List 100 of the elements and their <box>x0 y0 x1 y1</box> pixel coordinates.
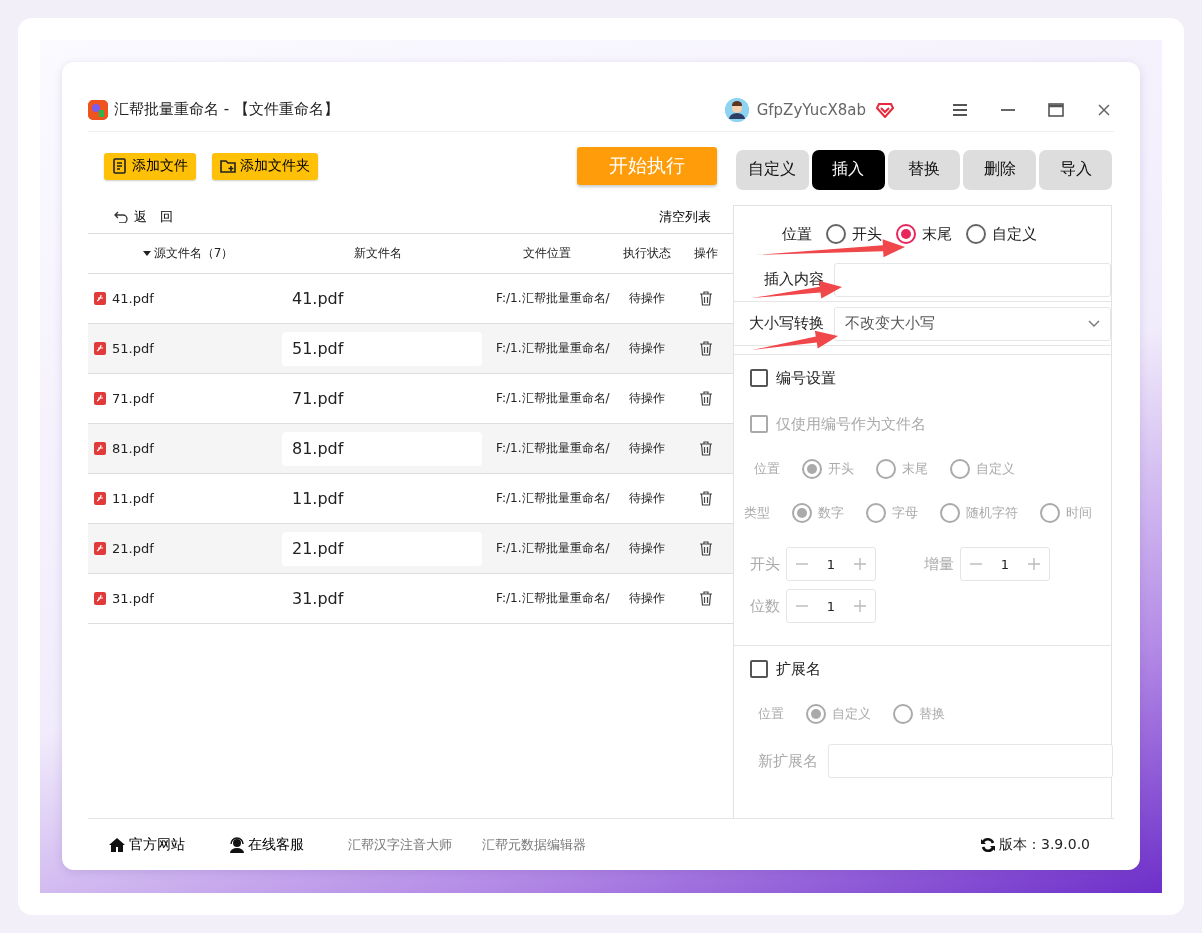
pdf-icon <box>94 442 106 455</box>
new-file-name: 41.pdf <box>291 288 345 310</box>
home-icon <box>108 836 126 853</box>
pdf-icon <box>94 542 106 555</box>
delete-button[interactable] <box>698 591 713 606</box>
column-header[interactable]: 源文件名（7） <box>153 245 234 262</box>
column-header: 文件位置 <box>522 245 572 262</box>
folder-plus-icon <box>220 158 236 174</box>
trash-icon <box>698 291 713 306</box>
field-label: 位数 <box>750 596 780 616</box>
pdf-icon <box>94 342 106 355</box>
field-label: 增量 <box>924 554 954 574</box>
chevron-down-icon <box>1088 319 1100 328</box>
add-file-button[interactable]: 添加文件 <box>104 152 196 180</box>
option-label[interactable]: 末尾 <box>922 224 952 244</box>
clear-list-button[interactable]: 清空列表 <box>659 207 711 226</box>
file-location: F:/1.汇帮批量重命名/ <box>495 540 611 557</box>
column-header: 新文件名 <box>353 245 403 262</box>
minimize-icon <box>1001 108 1015 111</box>
support-link[interactable]: 在线客服 <box>229 835 304 854</box>
sort-icon[interactable] <box>142 251 151 256</box>
file-name: 71.pdf <box>112 391 154 406</box>
file-name: 11.pdf <box>112 491 154 506</box>
undo-icon <box>114 210 128 223</box>
document-icon <box>112 158 128 174</box>
file-location: F:/1.汇帮批量重命名/ <box>495 490 611 507</box>
checkbox-label[interactable]: 扩展名 <box>776 659 821 679</box>
file-location: F:/1.汇帮批量重命名/ <box>495 340 611 357</box>
file-location: F:/1.汇帮批量重命名/ <box>495 390 611 407</box>
pdf-icon <box>94 592 106 605</box>
delete-button[interactable] <box>698 391 713 406</box>
file-location: F:/1.汇帮批量重命名/ <box>495 440 611 457</box>
option-label[interactable]: 自定义 <box>992 224 1037 244</box>
diamond-icon <box>876 101 894 118</box>
pdf-icon <box>94 292 106 305</box>
app-link[interactable]: 汇帮元数据编辑器 <box>482 835 586 854</box>
new-file-name: 51.pdf <box>282 331 482 366</box>
extension-field[interactable] <box>828 744 1113 778</box>
trash-icon <box>698 441 713 456</box>
new-file-name: 31.pdf <box>291 588 345 610</box>
delete-button[interactable] <box>698 541 713 556</box>
status-text: 待操作 <box>628 490 666 507</box>
add-folder-button[interactable]: 添加文件夹 <box>212 152 318 180</box>
file-name: 21.pdf <box>112 541 154 556</box>
maximize-icon <box>1048 102 1064 117</box>
trash-icon <box>698 391 713 406</box>
avatar-icon <box>724 97 749 122</box>
trash-icon <box>698 541 713 556</box>
file-name: 51.pdf <box>112 341 154 356</box>
field-label: 开头 <box>750 554 780 574</box>
tab[interactable]: 自定义 <box>736 149 809 190</box>
checkbox[interactable] <box>750 660 768 678</box>
new-file-name: 71.pdf <box>291 388 345 410</box>
field-label: 新扩展名 <box>757 751 819 771</box>
radio-button[interactable] <box>826 224 846 244</box>
radio-button[interactable] <box>966 224 986 244</box>
trash-icon <box>698 591 713 606</box>
new-file-name: 81.pdf <box>282 431 482 466</box>
delete-button[interactable] <box>698 491 713 506</box>
version-text: 版本：3.9.0.0 <box>999 835 1090 854</box>
pdf-icon <box>94 492 106 505</box>
field-label: 插入内容 <box>763 270 825 289</box>
trash-icon <box>698 341 713 356</box>
file-name: 41.pdf <box>112 291 154 306</box>
status-text: 待操作 <box>628 390 666 407</box>
file-name: 81.pdf <box>112 441 154 456</box>
website-link[interactable]: 官方网站 <box>108 835 185 854</box>
field-label: 大小写转换 <box>748 314 825 333</box>
headset-icon <box>229 836 245 853</box>
file-name: 31.pdf <box>112 591 154 606</box>
checkbox[interactable] <box>750 369 768 387</box>
file-location: F:/1.汇帮批量重命名/ <box>495 590 611 607</box>
insert-content-field[interactable] <box>834 262 1111 297</box>
delete-button[interactable] <box>698 291 713 306</box>
option-label[interactable]: 开头 <box>852 224 882 244</box>
delete-button[interactable] <box>698 441 713 456</box>
window-title: 汇帮批量重命名 - 【文件重命名】 <box>114 100 339 119</box>
status-text: 待操作 <box>628 590 666 607</box>
field-label: 位置 <box>754 460 780 478</box>
trash-icon <box>698 491 713 506</box>
column-header: 执行状态 <box>622 245 672 262</box>
status-text: 待操作 <box>628 540 666 557</box>
refresh-icon[interactable] <box>980 836 996 853</box>
back-button[interactable]: 返 回 <box>114 207 173 226</box>
case-dropdown[interactable]: 不改变大小写 <box>834 306 1111 341</box>
user-name: GfpZyYucX8ab <box>756 100 866 119</box>
field-label: 位置 <box>758 705 784 723</box>
tab[interactable]: 插入 <box>811 149 885 190</box>
status-text: 待操作 <box>628 340 666 357</box>
tab[interactable]: 删除 <box>963 149 1037 190</box>
menu-icon <box>953 103 967 116</box>
app-link[interactable]: 汇帮汉字注音大师 <box>348 835 452 854</box>
delete-button[interactable] <box>698 341 713 356</box>
status-text: 待操作 <box>628 440 666 457</box>
app-icon <box>88 99 108 120</box>
pdf-icon <box>94 392 106 405</box>
close-icon <box>1098 103 1110 116</box>
tab[interactable]: 替换 <box>887 149 961 190</box>
tab[interactable]: 导入 <box>1039 149 1112 190</box>
checkbox-label[interactable]: 编号设置 <box>776 368 836 388</box>
